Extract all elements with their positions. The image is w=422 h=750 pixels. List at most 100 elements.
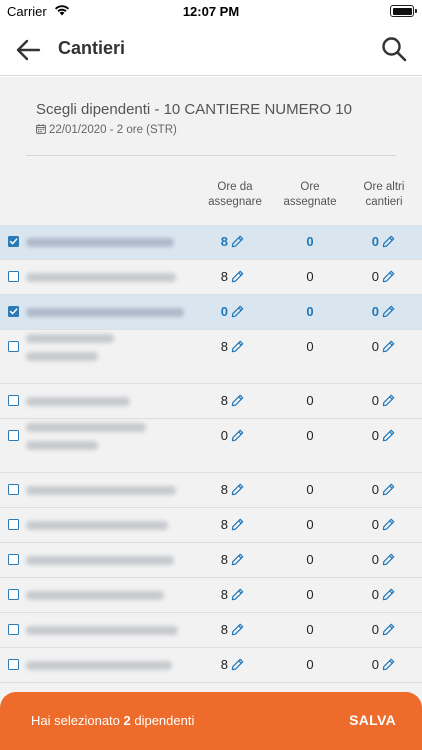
checkbox-icon[interactable] [8,519,19,530]
ore-altri-cantieri-value[interactable]: 0 [369,622,395,637]
employee-row[interactable]: 8 0 0 [0,508,422,543]
ore-assegnate-value: 0 [306,482,314,497]
search-button[interactable] [380,35,408,63]
checkbox-icon[interactable] [8,624,19,635]
checkbox-icon[interactable] [8,395,19,406]
pencil-icon [231,270,244,283]
pencil-icon [231,305,244,318]
ore-da-assegnare-number: 8 [220,234,228,249]
ore-da-assegnare-value[interactable]: 0 [218,304,244,319]
ore-da-assegnare-number: 8 [220,269,228,284]
ore-altri-cantieri-number: 0 [371,269,379,284]
employee-name-redacted [26,591,164,600]
pencil-icon [231,518,244,531]
ore-da-assegnare-value[interactable]: 8 [218,657,244,672]
ore-altri-cantieri-value[interactable]: 0 [369,393,395,408]
checkbox-icon[interactable] [8,484,19,495]
search-icon [382,37,407,62]
ore-assegnate-value: 0 [306,622,314,637]
employee-row[interactable]: 0 0 0 [0,295,422,330]
ore-altri-cantieri-number: 0 [371,517,379,532]
selection-prefix: Hai selezionato [31,713,124,728]
employee-name-redacted [26,334,114,343]
employee-row[interactable]: 8 0 0 [0,473,422,508]
checkbox-icon[interactable] [8,659,19,670]
ore-altri-cantieri-number: 0 [371,482,379,497]
employee-row[interactable]: 8 0 0 [0,578,422,613]
ore-altri-cantieri-number: 0 [371,393,379,408]
checkbox-icon[interactable] [8,236,19,247]
ore-da-assegnare-value[interactable]: 8 [218,622,244,637]
ore-assegnate-value: 0 [306,339,314,354]
pencil-icon [231,235,244,248]
checkbox-icon[interactable] [8,554,19,565]
ore-da-assegnare-value[interactable]: 0 [218,428,244,443]
ore-altri-cantieri-value[interactable]: 0 [369,304,395,319]
pencil-icon [382,270,395,283]
employee-name-redacted [26,521,168,530]
ore-altri-cantieri-value[interactable]: 0 [369,428,395,443]
ore-altri-cantieri-value[interactable]: 0 [369,517,395,532]
employee-name-redacted [26,626,178,635]
employee-row[interactable]: 0 0 0 [0,419,422,473]
checkbox-icon[interactable] [8,341,19,352]
ore-altri-cantieri-value[interactable]: 0 [369,657,395,672]
column-header-ore-altri-cantieri: Ore altri cantieri [352,180,416,210]
employee-row[interactable]: 8 0 0 [0,225,422,260]
save-button[interactable]: SALVA [349,712,396,728]
pencil-icon [231,623,244,636]
checkbox-icon[interactable] [8,430,19,441]
employee-row[interactable]: 8 0 0 [0,330,422,384]
selection-suffix: dipendenti [130,713,195,728]
employee-row[interactable]: 8 0 0 [0,613,422,648]
employee-row[interactable]: 8 0 0 [0,260,422,295]
ore-altri-cantieri-value[interactable]: 0 [369,234,395,249]
ore-assegnate-value: 0 [306,234,314,249]
employee-row[interactable]: 8 0 0 [0,648,422,683]
pencil-icon [231,553,244,566]
employee-row[interactable]: 8 0 0 [0,543,422,578]
pencil-icon [382,235,395,248]
ore-da-assegnare-number: 8 [220,622,228,637]
ore-da-assegnare-number: 0 [220,304,228,319]
checkbox-icon[interactable] [8,271,19,282]
employee-name-redacted [26,556,174,565]
ore-da-assegnare-value[interactable]: 8 [218,269,244,284]
pencil-icon [231,658,244,671]
employee-row[interactable]: 8 0 0 [0,384,422,419]
ore-altri-cantieri-value[interactable]: 0 [369,269,395,284]
ore-da-assegnare-value[interactable]: 8 [218,517,244,532]
calendar-icon [36,124,46,134]
back-button[interactable] [14,36,44,64]
ore-altri-cantieri-number: 0 [371,234,379,249]
ore-da-assegnare-value[interactable]: 8 [218,482,244,497]
ore-altri-cantieri-value[interactable]: 0 [369,552,395,567]
ore-altri-cantieri-value[interactable]: 0 [369,587,395,602]
column-header-line: assegnare [208,196,262,208]
column-header-line: Ore altri [363,181,405,193]
bottom-selection-bar: Hai selezionato 2 dipendenti SALVA [0,692,422,750]
ore-da-assegnare-value[interactable]: 8 [218,339,244,354]
checkbox-icon[interactable] [8,589,19,600]
employee-name-redacted [26,238,174,247]
ore-altri-cantieri-number: 0 [371,657,379,672]
ore-da-assegnare-value[interactable]: 8 [218,552,244,567]
ore-assegnate-value: 0 [306,552,314,567]
ore-da-assegnare-value[interactable]: 8 [218,587,244,602]
pencil-icon [382,588,395,601]
pencil-icon [382,429,395,442]
ore-da-assegnare-number: 8 [220,552,228,567]
ore-altri-cantieri-number: 0 [371,304,379,319]
ore-altri-cantieri-value[interactable]: 0 [369,482,395,497]
ore-altri-cantieri-value[interactable]: 0 [369,339,395,354]
ore-da-assegnare-number: 8 [220,482,228,497]
ore-assegnate-value: 0 [306,269,314,284]
ore-da-assegnare-value[interactable]: 8 [218,393,244,408]
employee-name-redacted [26,441,98,450]
site-subtitle: Scegli dipendenti - 10 CANTIERE NUMERO 1… [36,101,352,118]
ore-altri-cantieri-number: 0 [371,428,379,443]
checkbox-icon[interactable] [8,306,19,317]
ore-da-assegnare-value[interactable]: 8 [218,234,244,249]
column-header-line: Ore da [217,181,253,193]
column-header-ore-assegnate: Ore assegnate [278,180,342,210]
